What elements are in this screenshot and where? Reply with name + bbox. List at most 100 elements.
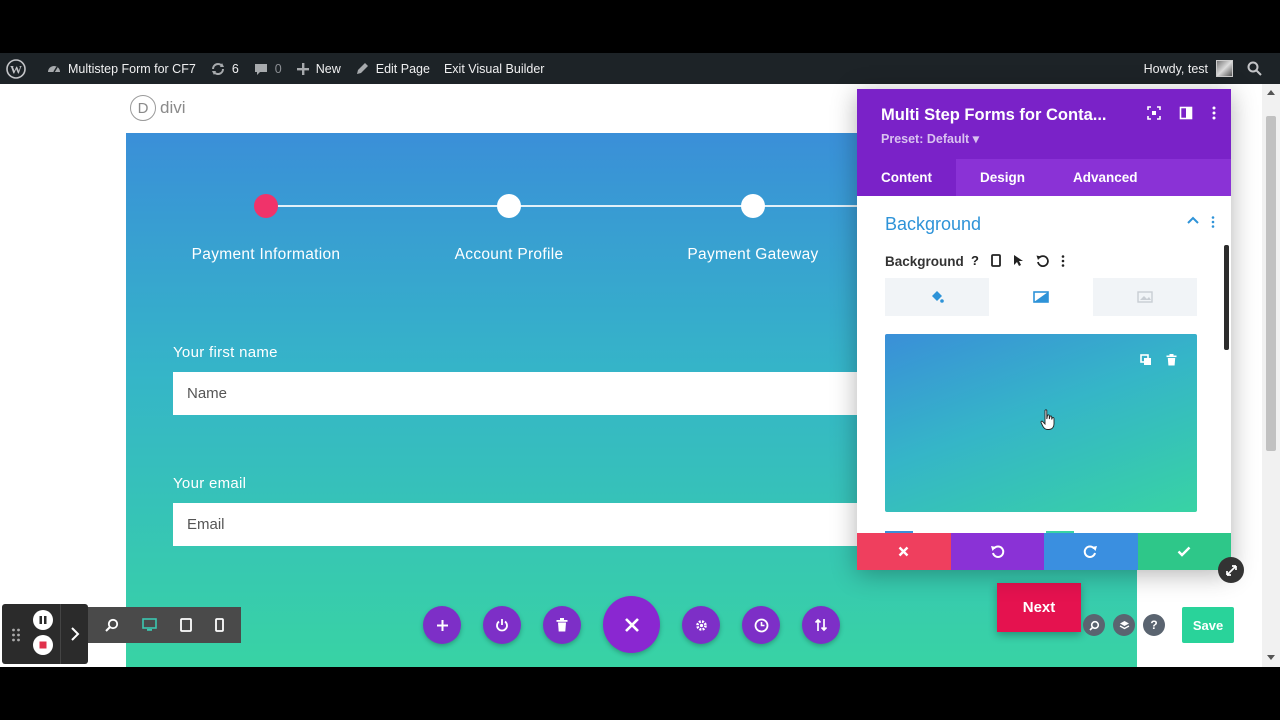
comment-icon: [254, 63, 267, 75]
logo-text: divi: [160, 98, 186, 117]
dashboard-icon: [48, 65, 60, 72]
option-more-icon[interactable]: [1061, 254, 1065, 267]
tab-content[interactable]: Content: [857, 159, 956, 196]
bg-tab-color[interactable]: [885, 278, 989, 316]
modal-resize-handle[interactable]: [1218, 557, 1244, 583]
step-label-account-profile: Account Profile: [454, 246, 564, 263]
next-button[interactable]: Next: [997, 583, 1081, 632]
preview-actions: [1140, 354, 1177, 366]
hover-icon[interactable]: [1013, 254, 1024, 267]
background-type-tabs: [885, 278, 1197, 316]
exit-visual-builder-link[interactable]: Exit Visual Builder: [437, 53, 552, 84]
email-field[interactable]: Email: [173, 503, 873, 546]
page-settings-button[interactable]: [682, 606, 720, 644]
close-icon: [624, 617, 639, 632]
bg-tab-image[interactable]: [1093, 278, 1197, 316]
edit-page-link[interactable]: Edit Page: [348, 53, 437, 84]
responsive-icon[interactable]: [991, 254, 1001, 267]
option-actions: ?: [971, 253, 1065, 268]
expand-toolbar-button[interactable]: [60, 604, 88, 664]
module-settings-modal: Multi Step Forms for Conta... Preset: De…: [857, 89, 1231, 570]
background-group-title[interactable]: Background: [885, 214, 981, 235]
help-button[interactable]: ?: [1143, 614, 1165, 636]
step-dot-account-profile[interactable]: [497, 194, 521, 218]
scroll-up-arrow[interactable]: [1267, 90, 1275, 95]
redo-button[interactable]: [1044, 533, 1138, 570]
step-label-payment-information: Payment Information: [191, 246, 341, 263]
clear-layout-button[interactable]: [543, 606, 581, 644]
logo-mark: D: [130, 95, 156, 121]
wordpress-logo-icon[interactable]: W: [0, 53, 39, 84]
stop-button[interactable]: [33, 635, 53, 655]
tablet-view-icon[interactable]: [179, 618, 192, 632]
duplicate-icon[interactable]: [1140, 354, 1152, 366]
group-more-icon[interactable]: [1211, 216, 1215, 228]
tab-advanced[interactable]: Advanced: [1049, 159, 1162, 196]
image-icon: [1137, 291, 1153, 303]
modal-footer: [857, 533, 1231, 570]
checkmark-icon: [1177, 546, 1191, 557]
chevron-up-icon[interactable]: [1187, 216, 1199, 224]
user-account-link[interactable]: Howdy, test: [1137, 53, 1240, 84]
updates-link[interactable]: 6: [203, 53, 246, 84]
zoom-icon[interactable]: [105, 618, 119, 632]
tab-design[interactable]: Design: [956, 159, 1049, 196]
admin-search-button[interactable]: [1240, 53, 1280, 84]
site-name-link[interactable]: Multistep Form for CF7: [39, 53, 203, 84]
sort-button[interactable]: [802, 606, 840, 644]
pause-button[interactable]: [33, 610, 53, 630]
step-dot-payment-information[interactable]: [254, 194, 278, 218]
fullscreen-icon[interactable]: [1147, 106, 1161, 120]
desktop-view-icon[interactable]: [142, 618, 157, 632]
close-builder-button[interactable]: [603, 596, 660, 653]
drag-handle-icon[interactable]: [11, 628, 21, 642]
reset-icon[interactable]: [1036, 254, 1049, 267]
comments-count: 0: [274, 61, 282, 76]
power-icon: [496, 619, 508, 632]
hand-cursor-icon: [1040, 409, 1055, 430]
page-scrollbar[interactable]: [1262, 84, 1280, 667]
more-options-icon[interactable]: [1211, 106, 1217, 120]
history-button[interactable]: [742, 606, 780, 644]
new-content-link[interactable]: New: [289, 53, 348, 84]
stop-icon: [39, 641, 47, 649]
modal-scrollbar[interactable]: [1224, 245, 1229, 350]
discard-button[interactable]: [857, 533, 951, 570]
find-button[interactable]: [1083, 614, 1105, 636]
first-name-placeholder: Name: [187, 385, 228, 402]
split-view-icon[interactable]: [1179, 106, 1193, 120]
admin-bar-right: Howdy, test: [1137, 53, 1280, 84]
plus-icon: [296, 62, 309, 75]
comments-link[interactable]: 0: [246, 53, 289, 84]
email-placeholder: Email: [187, 516, 225, 533]
first-name-field[interactable]: Name: [173, 372, 873, 415]
phone-view-icon[interactable]: [214, 618, 224, 632]
gradient-icon: [1033, 290, 1049, 303]
scroll-down-arrow[interactable]: [1267, 655, 1275, 660]
screen: W Multistep Form for CF7 6 0 New Edit Pa…: [0, 0, 1280, 720]
preset-selector[interactable]: Preset: Default ▾: [881, 131, 979, 146]
layers-icon: [1119, 620, 1129, 629]
portability-button[interactable]: [483, 606, 521, 644]
modal-header[interactable]: Multi Step Forms for Conta... Preset: De…: [857, 89, 1231, 159]
modal-title: Multi Step Forms for Conta...: [881, 106, 1107, 124]
redo-icon: [1084, 545, 1098, 558]
help-icon[interactable]: ?: [971, 253, 979, 268]
divi-logo[interactable]: D divi: [130, 95, 186, 121]
search-icon: [1247, 61, 1262, 76]
bg-tab-gradient[interactable]: [989, 278, 1093, 316]
pause-icon: [39, 616, 47, 624]
trash-icon[interactable]: [1166, 354, 1177, 366]
modal-tabs: Content Design Advanced: [857, 159, 1231, 196]
save-changes-button[interactable]: [1137, 533, 1231, 570]
layers-button[interactable]: [1113, 614, 1135, 636]
pencil-icon: [356, 63, 368, 74]
svg-text:W: W: [10, 62, 22, 76]
undo-button[interactable]: [950, 533, 1044, 570]
paint-bucket-icon: [932, 291, 944, 303]
save-button[interactable]: Save: [1182, 607, 1234, 643]
scroll-thumb[interactable]: [1266, 116, 1276, 451]
add-button[interactable]: [423, 606, 461, 644]
view-mode-bar: [88, 607, 241, 643]
step-dot-payment-gateway[interactable]: [741, 194, 765, 218]
